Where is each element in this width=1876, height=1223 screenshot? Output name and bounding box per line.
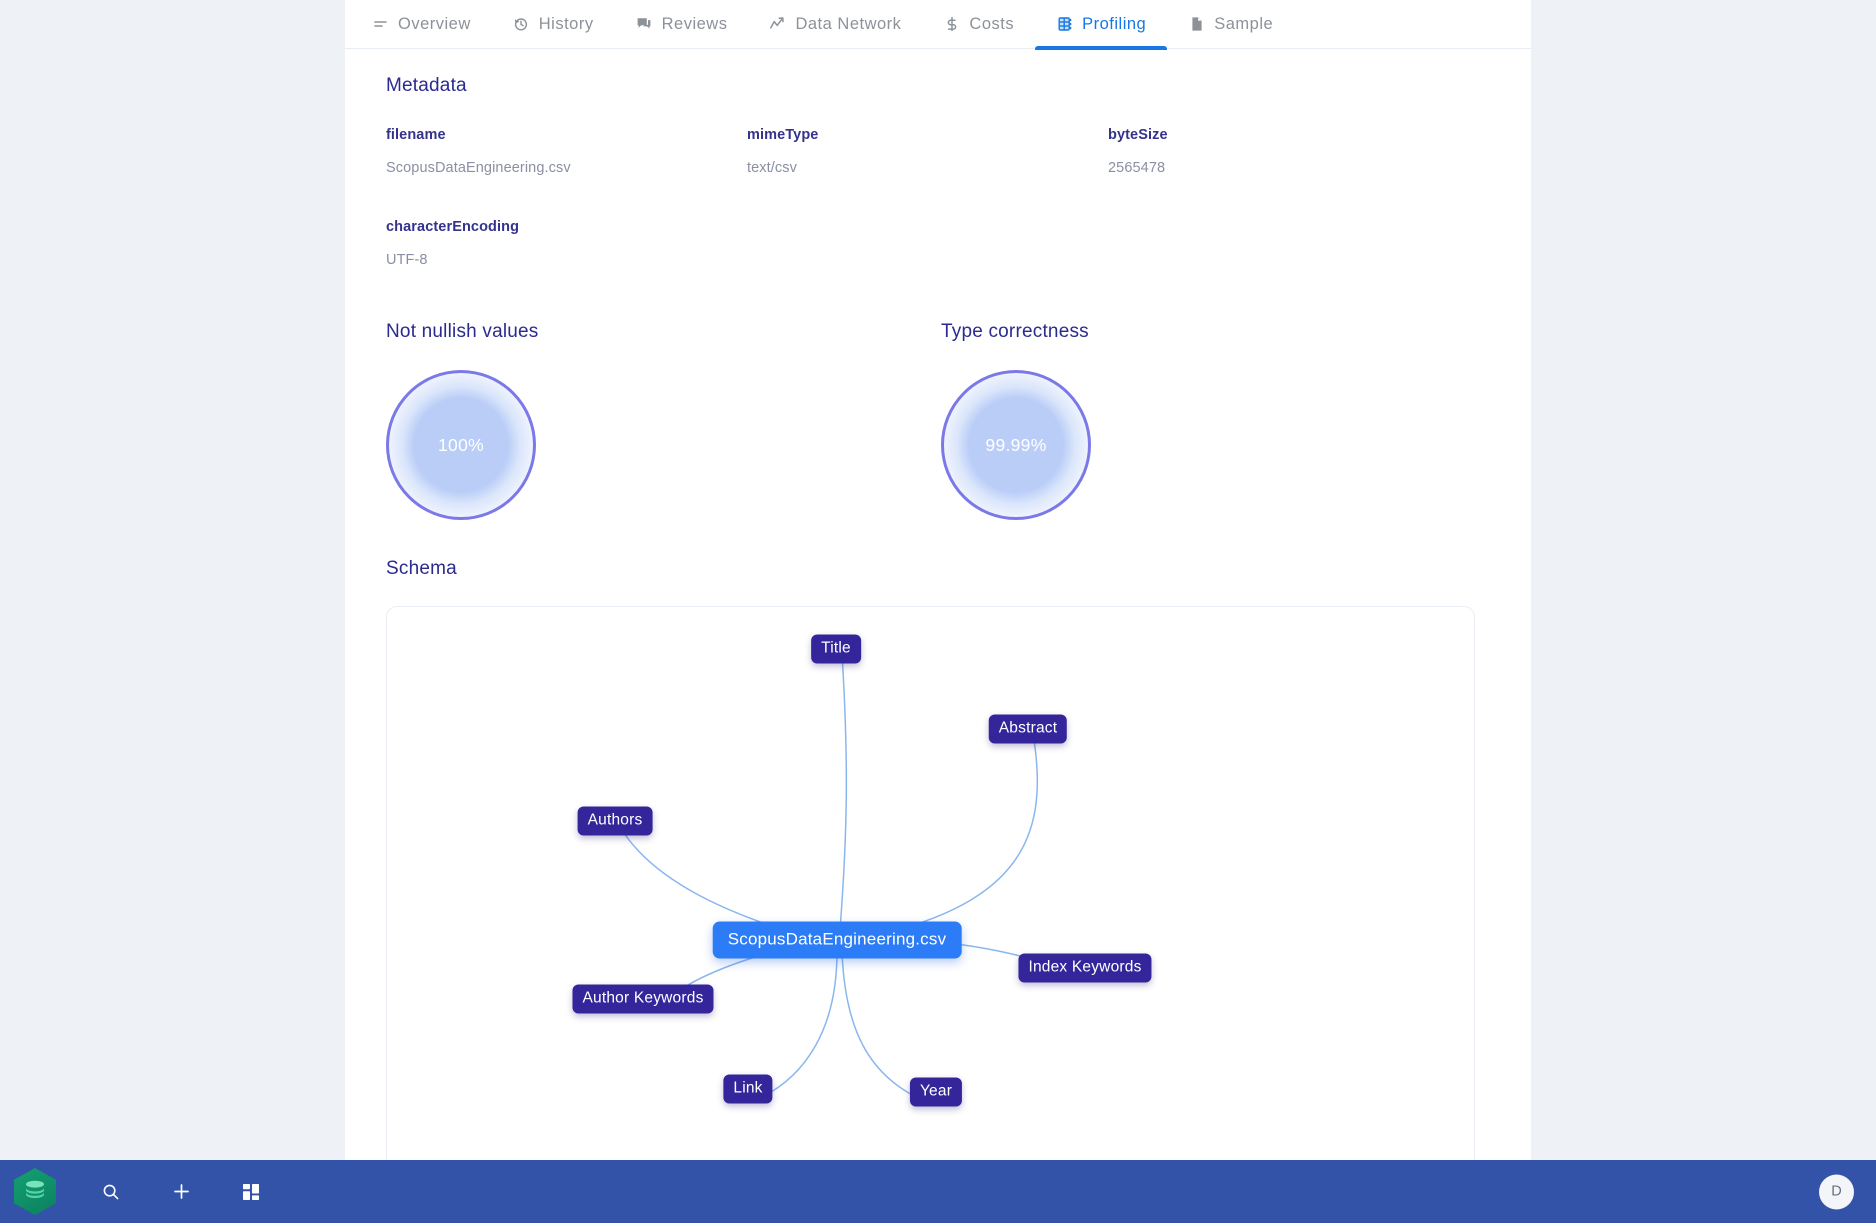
tab-label: Costs bbox=[969, 14, 1015, 33]
gauge-not-nullish-values: Not nullish values 100% bbox=[386, 321, 539, 520]
metadata-value: UTF-8 bbox=[386, 252, 428, 268]
list-lines-icon bbox=[372, 16, 389, 33]
table-grid-icon bbox=[1056, 16, 1073, 33]
schema-node-link[interactable]: Link bbox=[723, 1074, 773, 1104]
metadata-key: byteSize bbox=[1108, 127, 1168, 143]
tab-costs[interactable]: Costs bbox=[922, 0, 1035, 49]
gauge-dial: 100% bbox=[386, 370, 536, 520]
metadata-key: characterEncoding bbox=[386, 219, 520, 235]
metadata-field-characterencoding: characterEncoding UTF-8 bbox=[386, 219, 747, 268]
gauge-value: 99.99% bbox=[985, 434, 1047, 455]
tab-profiling[interactable]: Profiling bbox=[1035, 0, 1168, 50]
search-icon[interactable] bbox=[96, 1177, 126, 1207]
tab-overview[interactable]: Overview bbox=[351, 0, 492, 49]
schema-node-index-keywords[interactable]: Index Keywords bbox=[1018, 953, 1152, 983]
tab-label: Overview bbox=[398, 14, 471, 33]
profiling-content-card: Overview History Reviews Data Network Co… bbox=[345, 0, 1531, 1163]
comment-icon bbox=[636, 16, 653, 33]
tab-label: Sample bbox=[1214, 14, 1274, 33]
tab-data-network[interactable]: Data Network bbox=[748, 0, 922, 49]
schema-node-abstract[interactable]: Abstract bbox=[988, 714, 1068, 744]
document-icon bbox=[1188, 16, 1205, 33]
hexagon-shape bbox=[14, 1168, 56, 1215]
tab-sample[interactable]: Sample bbox=[1167, 0, 1294, 49]
metadata-value: text/csv bbox=[747, 160, 797, 176]
layers-hexagon-logo[interactable] bbox=[14, 1168, 56, 1215]
tab-label: History bbox=[538, 14, 594, 33]
quality-gauges: Not nullish values 100% Type correctness… bbox=[345, 321, 1531, 520]
tab-label: Data Network bbox=[795, 14, 902, 33]
schema-node-year[interactable]: Year bbox=[909, 1077, 963, 1107]
gauge-label: Type correctness bbox=[941, 321, 1089, 342]
metadata-field-filename: filename ScopusDataEngineering.csv bbox=[386, 127, 747, 176]
primary-tab-bar: Overview History Reviews Data Network Co… bbox=[345, 0, 1531, 50]
trending-up-icon bbox=[769, 16, 786, 33]
metadata-heading: Metadata bbox=[386, 75, 467, 96]
metadata-field-mimetype: mimeType text/csv bbox=[747, 127, 1108, 176]
dashboard-grid-icon[interactable] bbox=[236, 1177, 266, 1207]
plus-icon[interactable] bbox=[166, 1177, 196, 1207]
tab-history[interactable]: History bbox=[492, 0, 615, 49]
schema-node-authors[interactable]: Authors bbox=[577, 806, 653, 836]
tab-reviews[interactable]: Reviews bbox=[615, 0, 749, 49]
schema-graph-card[interactable]: ScopusDataEngineering.csv Title Abstract… bbox=[386, 606, 1475, 1163]
gauge-label: Not nullish values bbox=[386, 321, 539, 342]
clock-history-icon bbox=[513, 16, 530, 33]
metadata-field-bytesize: byteSize 2565478 bbox=[1108, 127, 1469, 176]
dollar-icon bbox=[943, 16, 960, 33]
tab-label: Profiling bbox=[1082, 14, 1147, 33]
bottom-app-bar: D bbox=[0, 1160, 1876, 1223]
user-avatar[interactable]: D bbox=[1819, 1174, 1854, 1209]
schema-node-title[interactable]: Title bbox=[811, 634, 861, 664]
schema-heading: Schema bbox=[386, 558, 457, 579]
layers-icon bbox=[26, 1180, 44, 1198]
schema-node-center[interactable]: ScopusDataEngineering.csv bbox=[712, 921, 962, 959]
tab-label: Reviews bbox=[661, 14, 728, 33]
schema-node-author-keywords[interactable]: Author Keywords bbox=[572, 984, 714, 1014]
metadata-grid: filename ScopusDataEngineering.csv mimeT… bbox=[386, 127, 1531, 268]
profiling-body: Metadata filename ScopusDataEngineering.… bbox=[345, 49, 1531, 1163]
gauge-dial: 99.99% bbox=[941, 370, 1091, 520]
app-root: Overview History Reviews Data Network Co… bbox=[0, 0, 1876, 1223]
metadata-value: 2565478 bbox=[1108, 160, 1166, 176]
gauge-value: 100% bbox=[438, 434, 484, 455]
gauge-type-correctness: Type correctness 99.99% bbox=[941, 321, 1091, 520]
metadata-value: ScopusDataEngineering.csv bbox=[386, 160, 571, 176]
metadata-key: filename bbox=[386, 127, 446, 143]
metadata-key: mimeType bbox=[747, 127, 819, 143]
